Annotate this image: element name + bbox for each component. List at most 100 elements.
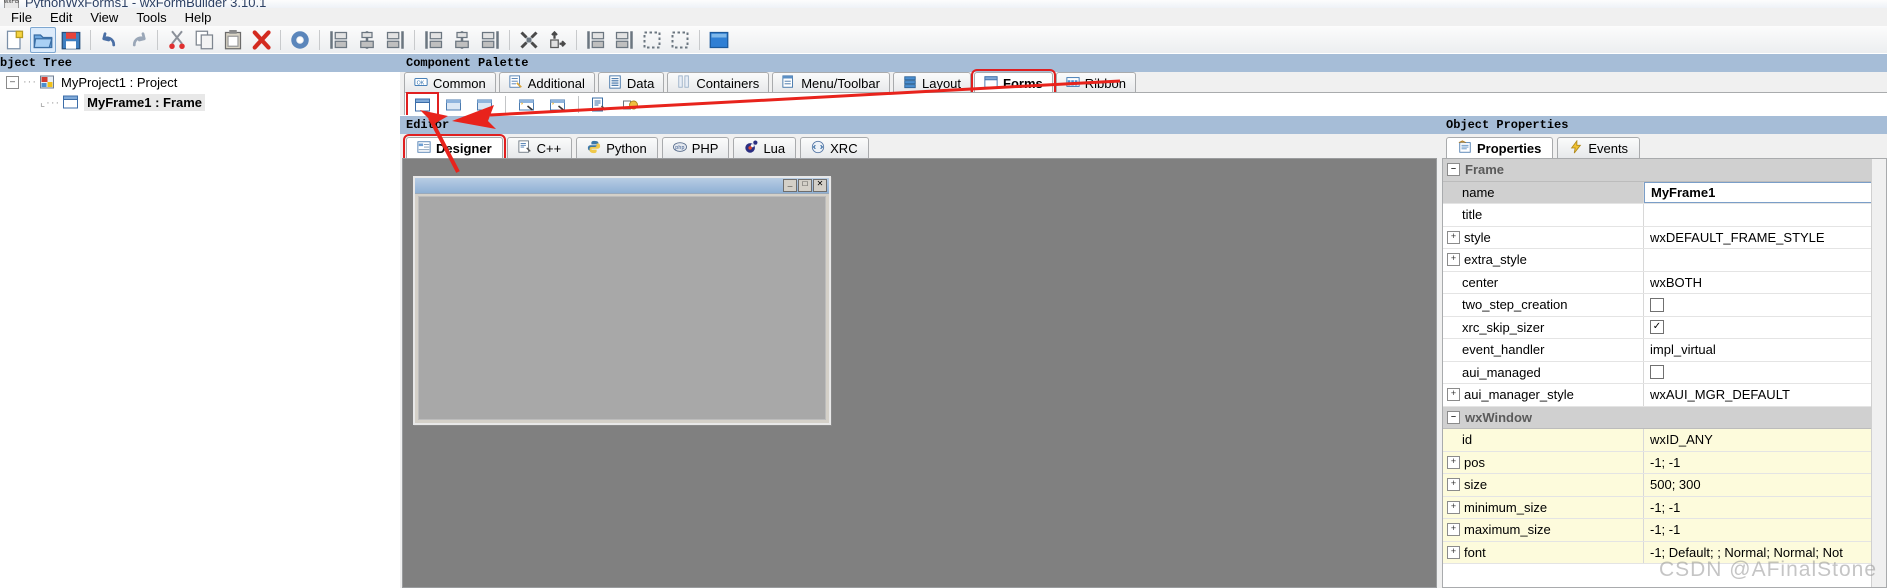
property-expander[interactable]: + [1447, 545, 1460, 559]
expand-button[interactable] [516, 27, 542, 53]
editor-tab-c[interactable]: C++ [506, 137, 573, 159]
property-expander[interactable]: + [1447, 230, 1460, 244]
editor-tab-lua[interactable]: Lua [733, 137, 797, 159]
palette-tab-ribbon[interactable]: Ribbon [1055, 72, 1136, 93]
palette-item-panel-component[interactable] [439, 94, 468, 115]
palette-tab-menu-toolbar[interactable]: Menu/Toolbar [772, 72, 890, 93]
properties-tab-events[interactable]: Events [1557, 137, 1641, 159]
stretch-button[interactable] [544, 27, 570, 53]
menu-item-view[interactable]: View [81, 8, 127, 27]
property-expander[interactable]: + [1447, 478, 1460, 492]
property-row[interactable]: title [1443, 204, 1886, 227]
palette-tab-forms[interactable]: Forms [971, 69, 1056, 96]
maximize-button[interactable]: □ [798, 179, 812, 192]
editor-tab-designer[interactable]: Designer [403, 134, 506, 162]
copy-button[interactable] [192, 27, 218, 53]
menu-item-edit[interactable]: Edit [41, 8, 81, 27]
property-grid-scrollbar[interactable] [1871, 159, 1886, 587]
group-expander[interactable]: – [1447, 163, 1460, 177]
property-row[interactable]: + aui_manager_style wxAUI_MGR_DEFAULT [1443, 384, 1886, 407]
editor-tab-xrc[interactable]: XRC [800, 137, 869, 159]
property-row[interactable]: + maximum_size -1; -1 [1443, 519, 1886, 542]
new-project-button[interactable] [2, 27, 28, 53]
minimize-button[interactable]: _ [783, 179, 797, 192]
properties-tab-properties[interactable]: Properties [1446, 137, 1554, 159]
property-value-cell[interactable]: ✓ [1644, 316, 1886, 338]
property-expander[interactable]: + [1447, 455, 1460, 469]
property-value-cell[interactable]: wxBOTH [1644, 271, 1886, 293]
editor-tab-python[interactable]: Python [576, 137, 658, 159]
property-expander[interactable]: + [1447, 523, 1460, 537]
palette-item-image-list[interactable] [616, 94, 645, 115]
menu-item-help[interactable]: Help [176, 8, 221, 27]
border-top-button[interactable] [639, 27, 665, 53]
frame-preview-body[interactable] [418, 196, 826, 420]
undo-button[interactable] [97, 27, 123, 53]
tree-node-frame[interactable]: ⌞··· MyFrame1 : Frame [0, 92, 400, 112]
property-expander[interactable]: + [1447, 253, 1460, 267]
align-right-button[interactable] [382, 27, 408, 53]
group-expander[interactable]: – [1447, 410, 1460, 424]
property-row[interactable]: center wxBOTH [1443, 271, 1886, 294]
align-left-button[interactable] [326, 27, 352, 53]
border-left-button[interactable] [583, 27, 609, 53]
paste-button[interactable] [220, 27, 246, 53]
object-tree-body[interactable]: – ··· MyProject1 : Project ⌞··· MyFrame1 : F… [0, 72, 401, 588]
palette-tab-additional[interactable]: Additional [498, 72, 595, 93]
property-value-cell[interactable] [1644, 294, 1886, 316]
property-grid[interactable]: – Frame name MyFrame1 title + style wxDEFAULT_F… [1442, 158, 1887, 588]
redo-button[interactable] [125, 27, 151, 53]
menu-item-file[interactable]: File [2, 8, 41, 27]
property-checkbox[interactable]: ✓ [1650, 320, 1664, 335]
property-value-cell[interactable]: wxAUI_MGR_DEFAULT [1644, 384, 1886, 406]
property-value-cell[interactable]: -1; -1 [1644, 496, 1886, 518]
palette-item-wizard-page-component[interactable] [543, 94, 572, 115]
property-checkbox[interactable] [1650, 365, 1664, 380]
close-button[interactable]: ✕ [813, 179, 827, 192]
editor-tab-php[interactable]: php PHP [661, 137, 730, 159]
property-value-cell[interactable]: impl_virtual [1644, 339, 1886, 361]
open-project-button[interactable] [30, 26, 56, 53]
property-expander[interactable]: + [1447, 388, 1460, 402]
property-value-cell[interactable]: wxDEFAULT_FRAME_STYLE [1644, 226, 1886, 248]
align-center-horizontal-button[interactable] [354, 27, 380, 53]
property-row[interactable]: id wxID_ANY [1443, 429, 1886, 452]
property-row[interactable]: event_handler impl_virtual [1443, 339, 1886, 362]
xrc-preview-button[interactable] [706, 27, 732, 53]
palette-item-popup-transient-window[interactable] [585, 94, 614, 115]
property-value-cell[interactable]: -1; -1 [1644, 451, 1886, 473]
border-right-button[interactable] [611, 27, 637, 53]
property-value-cell[interactable] [1644, 204, 1886, 226]
cut-button[interactable] [164, 27, 190, 53]
property-value-cell[interactable] [1644, 361, 1886, 383]
palette-tab-data[interactable]: Data [597, 72, 665, 93]
property-row[interactable]: xrc_skip_sizer ✓ [1443, 316, 1886, 339]
property-value-cell[interactable]: -1; -1 [1644, 519, 1886, 541]
property-value-cell[interactable]: wxID_ANY [1644, 429, 1886, 451]
property-group-header[interactable]: – Frame [1443, 159, 1886, 182]
save-project-button[interactable] [58, 27, 84, 53]
designer-canvas[interactable]: _ □ ✕ [402, 158, 1437, 588]
property-row[interactable]: + pos -1; -1 [1443, 451, 1886, 474]
palette-tab-containers[interactable]: Containers [667, 72, 770, 93]
tree-node-project[interactable]: – ··· MyProject1 : Project [0, 72, 400, 92]
palette-tab-common[interactable]: OK Common [404, 72, 496, 93]
property-row[interactable]: name MyFrame1 [1443, 181, 1886, 204]
property-row[interactable]: + minimum_size -1; -1 [1443, 496, 1886, 519]
palette-item-wizard-component[interactable] [512, 94, 541, 115]
property-expander[interactable]: + [1447, 500, 1460, 514]
property-value-cell[interactable]: MyFrame1 [1644, 181, 1886, 203]
frame-preview[interactable]: _ □ ✕ [413, 176, 831, 425]
align-bottom-button[interactable] [477, 27, 503, 53]
palette-item-dialog-component[interactable] [470, 94, 499, 115]
palette-tab-layout[interactable]: Layout [892, 72, 972, 93]
border-bottom-button[interactable] [667, 27, 693, 53]
tree-expander[interactable]: – [6, 75, 19, 89]
palette-item-frame-component[interactable] [406, 92, 439, 117]
property-row[interactable]: two_step_creation [1443, 294, 1886, 317]
property-value-cell[interactable] [1644, 249, 1886, 271]
property-value-cell[interactable]: 500; 300 [1644, 474, 1886, 496]
property-row[interactable]: aui_managed [1443, 361, 1886, 384]
generate-code-button[interactable] [287, 27, 313, 53]
align-center-vertical-button[interactable] [449, 27, 475, 53]
